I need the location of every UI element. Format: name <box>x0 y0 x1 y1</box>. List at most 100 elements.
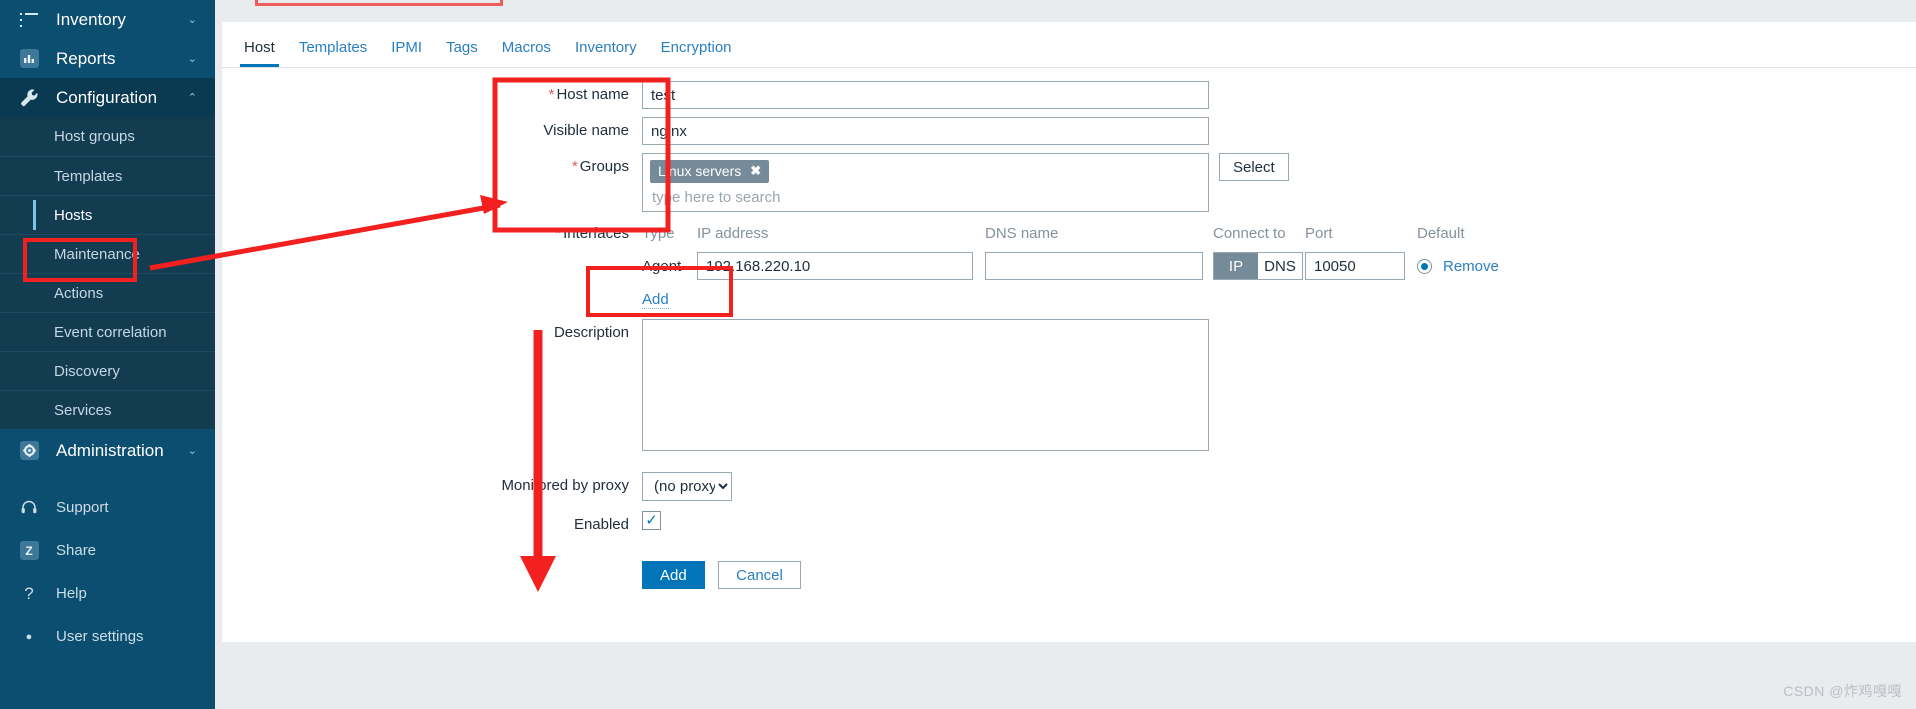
proxy-label: Monitored by proxy <box>222 472 642 500</box>
interface-ip-input[interactable] <box>697 252 973 280</box>
connect-to-option-ip[interactable]: IP <box>1214 253 1258 279</box>
header-ip-address: IP address <box>697 224 769 242</box>
sidebar-item-maintenance[interactable]: Maintenance <box>0 234 215 273</box>
interface-default-radio[interactable] <box>1417 258 1432 274</box>
sidebar-item-host-groups[interactable]: Host groups <box>0 117 215 156</box>
sidebar-item-label: User settings <box>56 628 144 645</box>
interface-add-link[interactable]: Add <box>642 291 669 309</box>
tab-label: Host <box>244 39 275 56</box>
visible-name-input[interactable] <box>642 117 1209 145</box>
visible-name-label: Visible name <box>222 117 642 145</box>
required-asterisk: * <box>571 158 578 175</box>
host-name-input[interactable] <box>642 81 1209 109</box>
wrench-icon-svg <box>21 88 38 106</box>
main-content: Host Templates IPMI Tags Macros Inventor… <box>215 0 1916 709</box>
gear-icon-svg <box>22 444 36 457</box>
sidebar-item-user-settings[interactable]: ● User settings <box>0 615 215 658</box>
wrench-icon <box>16 88 42 108</box>
sidebar-item-reports[interactable]: Reports ⌄ <box>0 39 215 78</box>
sidebar-item-configuration[interactable]: Configuration ⌃ <box>0 78 215 117</box>
interface-remove-link[interactable]: Remove <box>1443 258 1499 275</box>
required-asterisk: * <box>548 86 555 103</box>
sidebar-item-label: Services <box>54 401 112 419</box>
user-glyph: ● <box>25 630 33 643</box>
proxy-select[interactable]: (no proxy) <box>642 472 732 501</box>
chevron-down-icon[interactable]: ⌄ <box>188 13 197 26</box>
connect-to-option-dns[interactable]: DNS <box>1258 253 1302 279</box>
sidebar-item-templates[interactable]: Templates <box>0 156 215 195</box>
tab-tags[interactable]: Tags <box>446 39 492 67</box>
configuration-submenu: Host groups Templates Hosts Maintenance … <box>0 117 215 429</box>
tab-label: Encryption <box>660 39 732 56</box>
sidebar-item-actions[interactable]: Actions <box>0 273 215 312</box>
sidebar-item-label: Maintenance <box>54 245 140 263</box>
connect-to-toggle[interactable]: IP DNS <box>1213 252 1303 280</box>
field-row-proxy: Monitored by proxy (no proxy) <box>222 472 1916 501</box>
question-glyph: ? <box>24 583 34 603</box>
share-glyph: Z <box>19 541 39 560</box>
tab-label: Tags <box>446 39 478 56</box>
enabled-label: Enabled <box>222 511 642 539</box>
tab-label: IPMI <box>391 39 423 56</box>
label-text: Groups <box>579 158 629 175</box>
sidebar-item-discovery[interactable]: Discovery <box>0 351 215 390</box>
chart-icon-svg <box>24 55 34 63</box>
host-form: *Host name Visible name <box>222 68 1916 589</box>
required-asterisk: * <box>555 225 562 242</box>
field-row-interfaces: * Interfaces Type IP address DNS name Con… <box>222 220 1916 309</box>
field-row-host-name: * Host name <box>222 81 1916 109</box>
top-strip <box>215 0 1916 22</box>
tab-inventory[interactable]: Inventory <box>575 39 651 67</box>
header-default: Default <box>1417 224 1465 242</box>
tab-ipmi[interactable]: IPMI <box>391 39 436 67</box>
chip-remove-icon[interactable]: ✖ <box>750 163 761 179</box>
headset-icon-svg <box>21 500 37 513</box>
header-dns-name: DNS name <box>985 224 1059 242</box>
sidebar-item-administration[interactable]: Administration ⌄ <box>0 431 215 470</box>
tab-macros[interactable]: Macros <box>502 39 565 67</box>
sidebar-item-help[interactable]: ? Help <box>0 572 215 615</box>
label-text: Interfaces <box>563 225 629 242</box>
groups-multiselect[interactable]: Linux servers ✖ type here to search <box>642 153 1209 212</box>
sidebar-item-share[interactable]: Z Share <box>0 529 215 572</box>
chevron-up-icon[interactable]: ⌃ <box>188 91 197 104</box>
sidebar-item-inventory[interactable]: Inventory ⌄ <box>0 0 215 39</box>
groups-select-button[interactable]: Select <box>1219 153 1289 181</box>
interface-port-input[interactable] <box>1305 252 1405 280</box>
interface-type-label: Agent <box>642 257 682 275</box>
sidebar-item-services[interactable]: Services <box>0 390 215 429</box>
label-text: Host name <box>556 86 629 103</box>
zabbix-share-icon: Z <box>16 541 42 560</box>
interface-dns-input[interactable] <box>985 252 1203 280</box>
tab-templates[interactable]: Templates <box>299 39 381 67</box>
field-row-actions: Add Cancel <box>222 561 1916 589</box>
label-text: Visible name <box>543 122 629 139</box>
host-name-label: * Host name <box>222 81 642 109</box>
tab-label: Templates <box>298 39 368 56</box>
sidebar-item-label: Help <box>56 585 87 602</box>
group-chip-linux-servers[interactable]: Linux servers ✖ <box>650 160 770 183</box>
enabled-checkbox[interactable]: ✓ <box>642 511 661 530</box>
add-button[interactable]: Add <box>642 561 705 589</box>
tab-host[interactable]: Host <box>240 39 289 67</box>
sidebar-item-support[interactable]: Support <box>0 486 215 529</box>
tab-encryption[interactable]: Encryption <box>661 39 746 67</box>
zabbix-host-configuration-screen: Inventory ⌄ Reports ⌄ Configuration ⌃ Ho… <box>0 0 1916 709</box>
cancel-button[interactable]: Cancel <box>718 561 801 589</box>
header-connect-to: Connect to <box>1213 224 1286 242</box>
field-row-enabled: Enabled ✓ <box>222 511 1916 539</box>
field-row-groups: * Groups Linux servers ✖ type here to sea… <box>222 153 1916 212</box>
description-textarea[interactable] <box>642 319 1209 451</box>
chevron-down-icon[interactable]: ⌄ <box>188 52 197 65</box>
sidebar-item-event-correlation[interactable]: Event correlation <box>0 312 215 351</box>
description-label: Description <box>222 319 642 347</box>
chevron-down-icon[interactable]: ⌄ <box>188 444 197 457</box>
sidebar-item-hosts[interactable]: Hosts <box>0 195 215 234</box>
sidebar-item-label: Hosts <box>54 206 93 224</box>
tab-label: Macros <box>501 39 551 56</box>
check-icon: ✓ <box>645 512 658 529</box>
sidebar-item-label: Configuration <box>56 87 158 107</box>
groups-search-placeholder[interactable]: type here to search <box>650 189 1201 206</box>
sidebar-item-label: Reports <box>56 48 116 68</box>
sidebar-item-label: Actions <box>54 284 104 302</box>
